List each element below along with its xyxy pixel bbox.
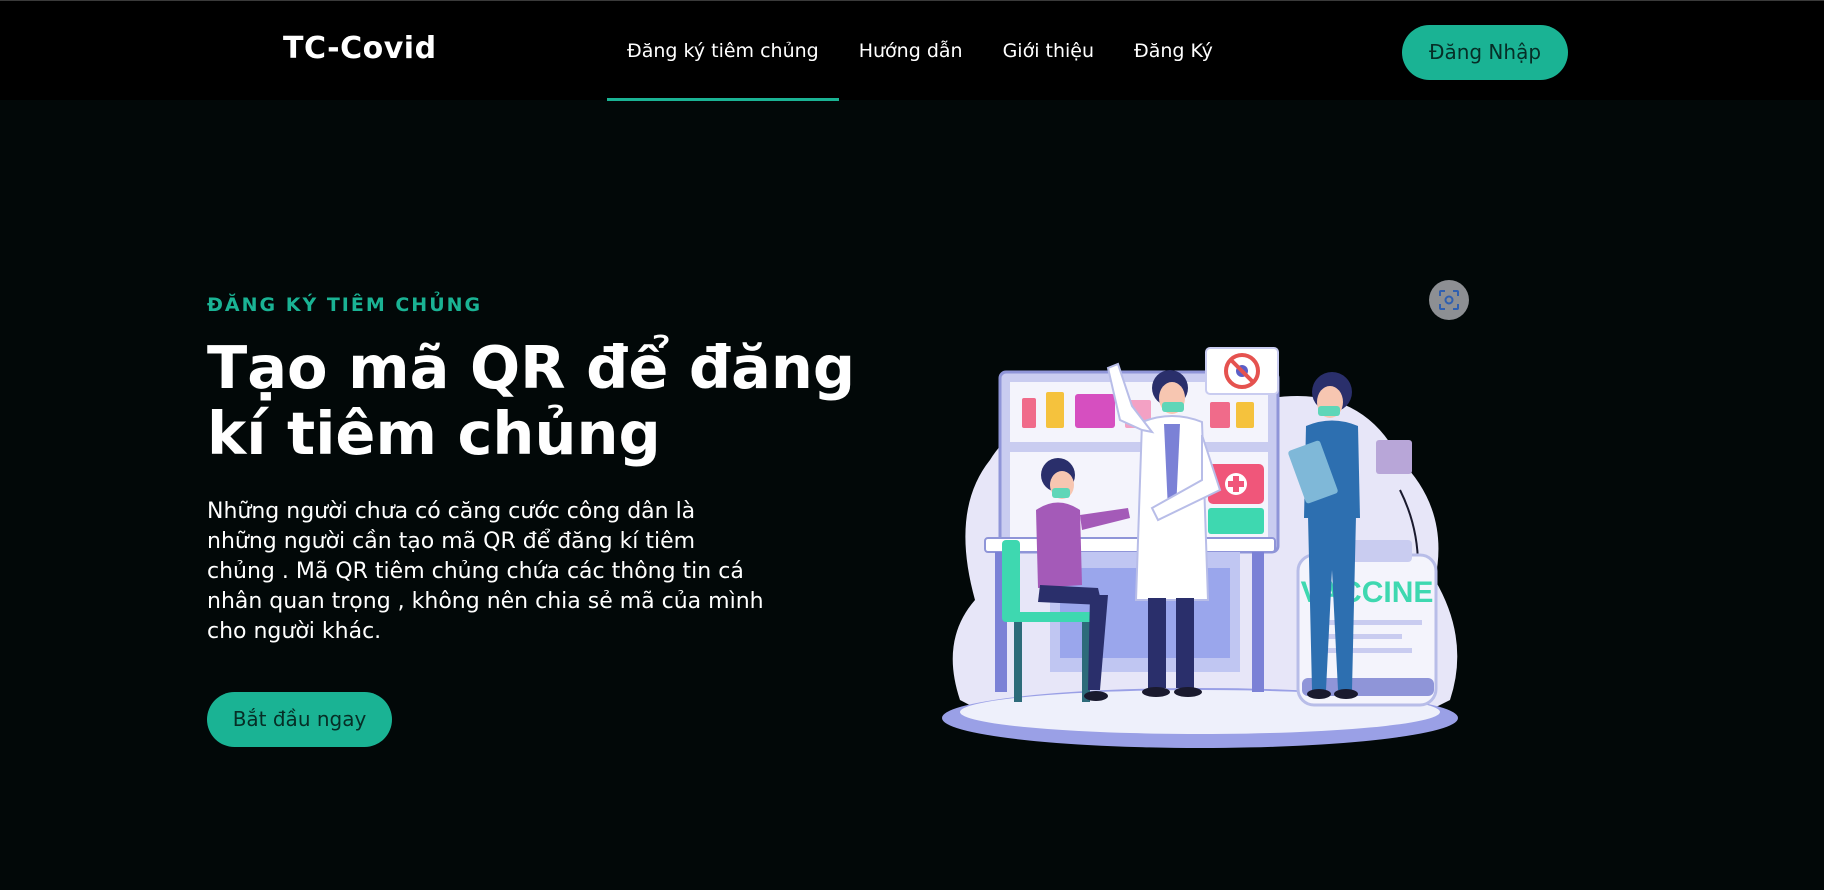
hero-title: Tạo mã QR để đăng kí tiêm chủng xyxy=(207,333,856,468)
lens-icon[interactable] xyxy=(1429,280,1469,320)
start-now-button[interactable]: Bắt đầu ngay xyxy=(207,692,392,747)
nav-link-about[interactable]: Giới thiệu xyxy=(983,1,1114,101)
nav-link-guide[interactable]: Hướng dẫn xyxy=(839,1,983,101)
no-virus-icon xyxy=(1205,347,1279,395)
main-nav: Đăng ký tiêm chủng Hướng dẫn Giới thiệu … xyxy=(607,1,1233,101)
login-button[interactable]: Đăng Nhập xyxy=(1402,25,1568,80)
hero-description: Những người chưa có căng cước công dân l… xyxy=(207,499,764,644)
clinic-scene: VACCINE xyxy=(942,347,1458,748)
nav-link-sign-up[interactable]: Đăng Ký xyxy=(1114,1,1233,101)
hero-eyebrow: ĐĂNG KÝ TIÊM CHỦNG xyxy=(207,294,483,316)
vaccination-illustration: VACCINE xyxy=(930,340,1470,760)
lens-icon-glyph xyxy=(1439,290,1459,310)
nav-link-register-vaccination[interactable]: Đăng ký tiêm chủng xyxy=(607,1,839,101)
brand-logo[interactable]: TC-Covid xyxy=(283,31,437,66)
top-navbar: TC-Covid Đăng ký tiêm chủng Hướng dẫn Gi… xyxy=(0,0,1824,101)
